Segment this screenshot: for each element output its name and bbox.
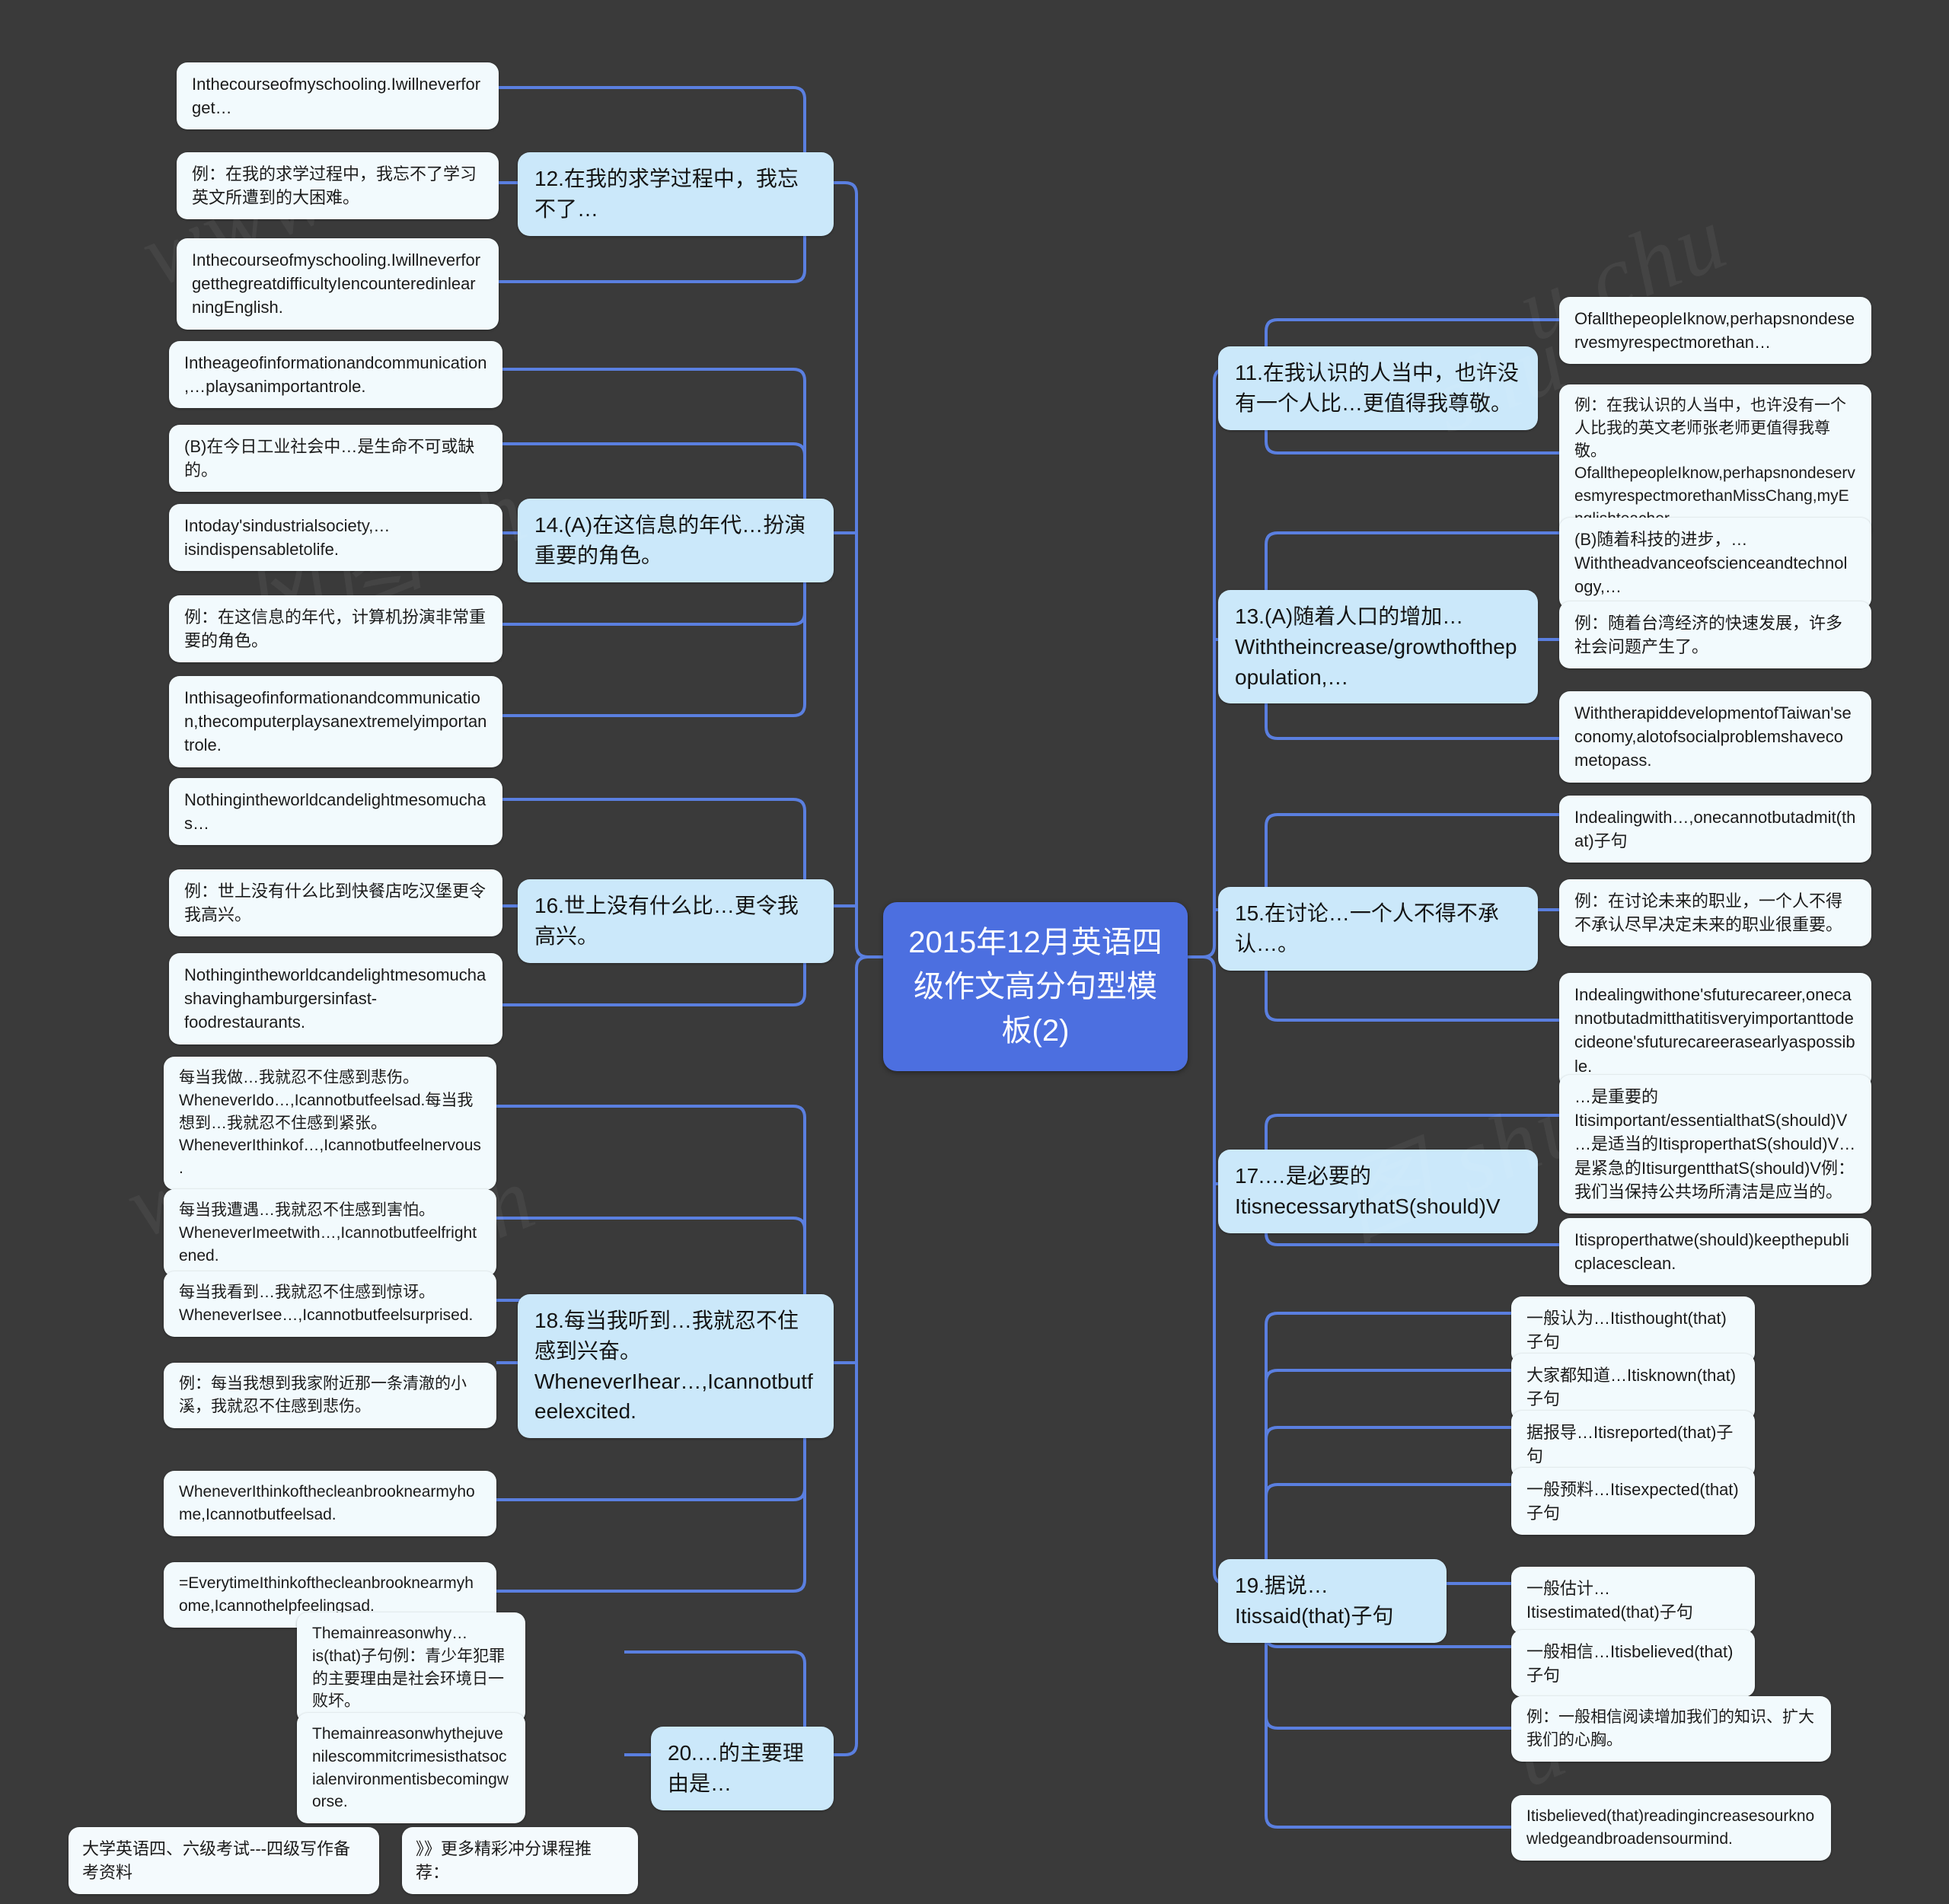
leaf-node[interactable]: Themainreasonwhythejuvenilescommitcrimes… — [297, 1713, 525, 1824]
branch-node-20[interactable]: 20.…的主要理由是… — [651, 1727, 834, 1810]
leaf-node[interactable]: Inthecourseofmyschooling.Iwillneverforge… — [177, 62, 499, 130]
leaf-node[interactable]: Intoday'sindustrialsociety,…isindispensa… — [169, 504, 502, 572]
branch-node-17[interactable]: 17.…是必要的ItisnecessarythatS(should)V — [1218, 1150, 1538, 1233]
leaf-node[interactable]: 每当我遭遇…我就忍不住感到害怕。WheneverImeetwith…,Icann… — [164, 1189, 496, 1277]
leaf-node[interactable]: 例：在这信息的年代，计算机扮演非常重要的角色。 — [169, 595, 502, 663]
leaf-node[interactable]: 例：世上没有什么比到快餐店吃汉堡更令我高兴。 — [169, 869, 502, 937]
leaf-node[interactable]: 每当我做…我就忍不住感到悲伤。WheneverIdo…,Icannotbutfe… — [164, 1057, 496, 1191]
leaf-node[interactable]: WheneverIthinkofthecleanbrooknearmyhome,… — [164, 1471, 496, 1536]
leaf-node[interactable]: Inthecourseofmyschooling.Iwillneverforge… — [177, 238, 499, 330]
leaf-node[interactable]: …是重要的Itisimportant/essentialthatS(should… — [1559, 1075, 1871, 1214]
leaf-node[interactable]: Inthisageofinformationandcommunication,t… — [169, 676, 502, 767]
leaf-node[interactable]: 例：一般相信阅读增加我们的知识、扩大我们的心胸。 — [1511, 1696, 1831, 1762]
leaf-node[interactable]: Nothingintheworldcandelightmesomuchashav… — [169, 953, 502, 1044]
leaf-node[interactable]: Itisbelieved(that)readingincreasesourkno… — [1511, 1795, 1831, 1861]
leaf-node[interactable]: 每当我看到…我就忍不住感到惊讶。WheneverIsee…,Icannotbut… — [164, 1271, 496, 1337]
leaf-node[interactable]: Itisproperthatwe(should)keepthepublicpla… — [1559, 1218, 1871, 1286]
branch-node-11[interactable]: 11.在我认识的人当中，也许没有一个人比…更值得我尊敬。 — [1218, 346, 1538, 430]
leaf-node[interactable]: 一般估计…Itisestimated(that)子句 — [1511, 1567, 1755, 1635]
branch-node-15[interactable]: 15.在讨论…一个人不得不承认…。 — [1218, 887, 1538, 971]
leaf-node[interactable]: 例：在我的求学过程中，我忘不了学习英文所遭到的大困难。 — [177, 152, 499, 220]
leaf-node[interactable]: Indealingwithone'sfuturecareer,onecannot… — [1559, 973, 1871, 1088]
branch-node-16[interactable]: 16.世上没有什么比…更令我高兴。 — [518, 879, 834, 963]
leaf-node[interactable]: 例：每当我想到我家附近那一条清澈的小溪，我就忍不住感到悲伤。 — [164, 1363, 496, 1428]
branch-node-18[interactable]: 18.每当我听到…我就忍不住感到兴奋。WheneverIhear…,Icanno… — [518, 1294, 834, 1438]
leaf-node[interactable]: 例：随着台湾经济的快速发展，许多社会问题产生了。 — [1559, 601, 1871, 669]
leaf-node[interactable]: Indealingwith…,onecannotbutadmit(that)子句 — [1559, 796, 1871, 863]
leaf-node[interactable]: (B)在今日工业社会中…是生命不可或缺的。 — [169, 425, 502, 493]
branch-node-19[interactable]: 19.据说…Itissaid(that)子句 — [1218, 1559, 1447, 1643]
branch-node-13[interactable]: 13.(A)随着人口的增加…Withtheincrease/growthofth… — [1218, 590, 1538, 704]
footer-course-link[interactable]: 》》更多精彩冲分课程推荐： — [402, 1827, 638, 1895]
leaf-node[interactable]: Nothingintheworldcandelightmesomuchas… — [169, 778, 502, 846]
branch-node-14[interactable]: 14.(A)在这信息的年代…扮演重要的角色。 — [518, 499, 834, 582]
leaf-node[interactable]: (B)随着科技的进步，…Withtheadvanceofscienceandte… — [1559, 518, 1871, 609]
leaf-node[interactable]: OfallthepeopleIknow,perhapsnondeservesmy… — [1559, 297, 1871, 365]
leaf-node[interactable]: Intheageofinformationandcommunication,…p… — [169, 341, 502, 409]
leaf-node[interactable]: 一般预料…Itisexpected(that)子句 — [1511, 1468, 1755, 1536]
root-node[interactable]: 2015年12月英语四级作文高分句型模板(2) — [883, 902, 1188, 1071]
leaf-node[interactable]: Themainreasonwhy…is(that)子句例：青少年犯罪的主要理由是… — [297, 1612, 525, 1724]
leaf-node[interactable]: 例：在讨论未来的职业，一个人不得不承认尽早决定未来的职业很重要。 — [1559, 879, 1871, 947]
leaf-node[interactable]: 一般相信…Itisbelieved(that)子句 — [1511, 1630, 1755, 1698]
leaf-node[interactable]: WiththerapiddevelopmentofTaiwan'seconomy… — [1559, 691, 1871, 783]
branch-node-12[interactable]: 12.在我的求学过程中，我忘不了… — [518, 152, 834, 236]
footer-resource-link[interactable]: 大学英语四、六级考试---四级写作备考资料 — [69, 1827, 379, 1895]
mindmap-canvas: www.s 风图 sh www.s 图 sh shu u chu 图 shu u… — [0, 0, 1949, 1904]
